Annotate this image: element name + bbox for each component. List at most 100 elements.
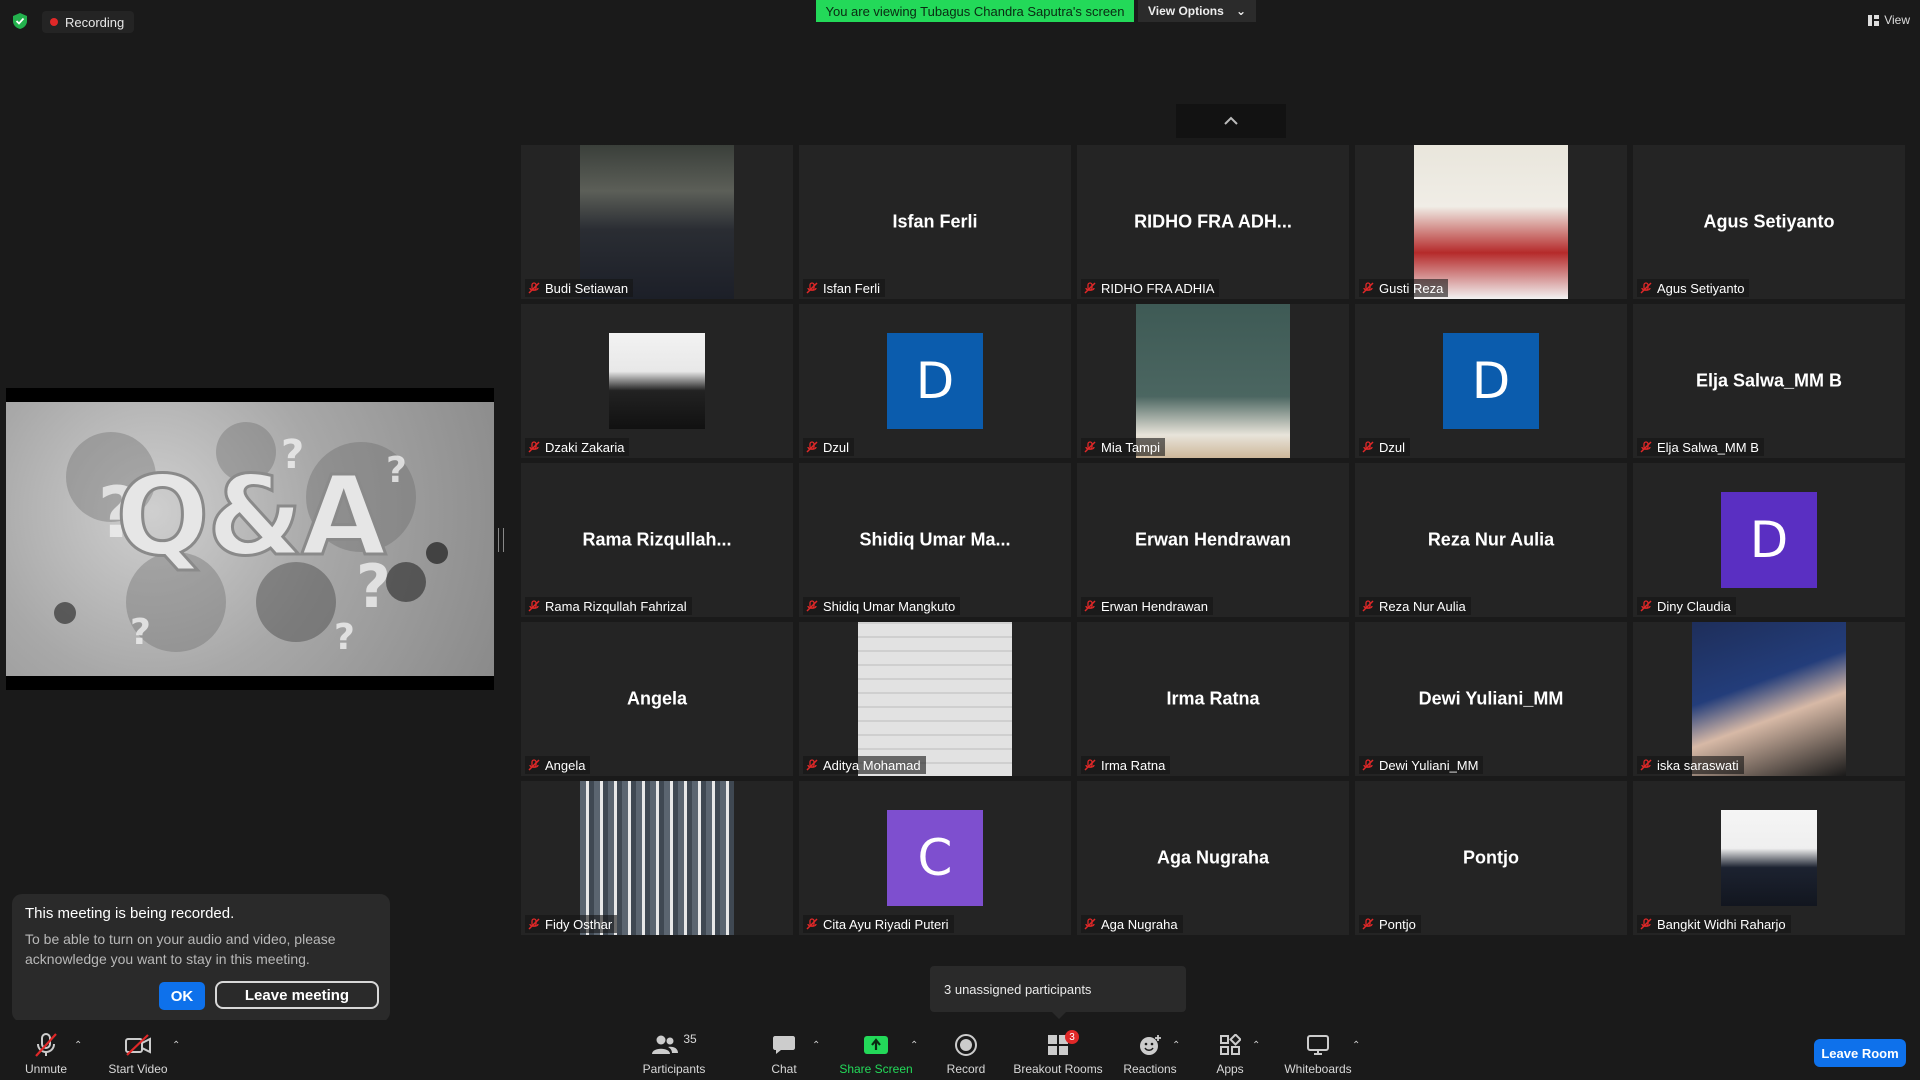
- participant-tile[interactable]: Shidiq Umar Ma... Shidiq Umar Mangkuto: [799, 463, 1071, 617]
- gallery-scroll-up-button[interactable]: [1176, 104, 1286, 138]
- participant-tile[interactable]: D Dzul: [1355, 304, 1627, 458]
- meeting-toolbar: Unmute ⌃ Start Video ⌃ 35 Participants C…: [0, 1020, 1920, 1080]
- chevron-down-icon: ⌄: [1235, 4, 1246, 18]
- participant-name: Agus Setiyanto: [1657, 280, 1745, 296]
- participant-tile[interactable]: Budi Setiawan: [521, 145, 793, 299]
- participant-tile[interactable]: Isfan Ferli Isfan Ferli: [799, 145, 1071, 299]
- resize-handle[interactable]: [498, 528, 504, 552]
- reactions-options-caret-icon[interactable]: ⌃: [1172, 1040, 1182, 1051]
- security-shield-icon[interactable]: [12, 12, 28, 30]
- participant-display-name: Rama Rizqullah...: [582, 529, 732, 550]
- record-label: Record: [946, 1062, 986, 1076]
- mic-muted-icon: [528, 282, 540, 294]
- participant-video: [1414, 145, 1568, 299]
- participant-tile[interactable]: Mia Tampi: [1077, 304, 1349, 458]
- notice-title: This meeting is being recorded.: [25, 905, 235, 922]
- mic-muted-icon: [1362, 600, 1374, 612]
- participant-name-label: Rama Rizqullah Fahrizal: [525, 597, 692, 615]
- apps-options-caret-icon[interactable]: ⌃: [1252, 1040, 1262, 1051]
- ok-button[interactable]: OK: [159, 982, 205, 1010]
- participant-tile[interactable]: RIDHO FRA ADH... RIDHO FRA ADHIA: [1077, 145, 1349, 299]
- participant-name: Irma Ratna: [1101, 757, 1166, 773]
- participant-video: [580, 145, 734, 299]
- start-video-button[interactable]: Start Video: [104, 1020, 172, 1080]
- recording-dot-icon: [50, 18, 58, 26]
- share-screen-button[interactable]: Share Screen: [839, 1020, 913, 1080]
- participant-tile[interactable]: Erwan Hendrawan Erwan Hendrawan: [1077, 463, 1349, 617]
- apps-label: Apps: [1216, 1062, 1244, 1076]
- participant-tile[interactable]: Gusti Reza: [1355, 145, 1627, 299]
- apps-button[interactable]: Apps: [1210, 1020, 1250, 1080]
- audio-options-caret-icon[interactable]: ⌃: [74, 1040, 84, 1051]
- breakout-rooms-label: Breakout Rooms: [1013, 1062, 1103, 1076]
- whiteboards-label: Whiteboards: [1284, 1062, 1352, 1076]
- participant-tile[interactable]: Reza Nur Aulia Reza Nur Aulia: [1355, 463, 1627, 617]
- participant-display-name: Shidiq Umar Ma...: [859, 529, 1011, 550]
- participant-display-name: Elja Salwa_MM B: [1695, 370, 1843, 391]
- participant-name: Dzul: [1379, 439, 1406, 455]
- mic-muted-icon: [1362, 441, 1374, 453]
- chat-button[interactable]: Chat: [764, 1020, 804, 1080]
- participant-name: Isfan Ferli: [823, 280, 881, 296]
- mic-muted-icon: [528, 759, 540, 771]
- participant-name-label: Budi Setiawan: [525, 279, 634, 297]
- participant-tile[interactable]: iska saraswati: [1633, 622, 1905, 776]
- participant-tile[interactable]: Elja Salwa_MM B Elja Salwa_MM B: [1633, 304, 1905, 458]
- mic-muted-icon: [806, 600, 818, 612]
- grid-view-icon: [1868, 14, 1880, 26]
- participant-name: Angela: [545, 757, 586, 773]
- breakout-rooms-button[interactable]: 3 Breakout Rooms: [1013, 1020, 1103, 1080]
- participant-name-label: Aditya Mohamad: [803, 756, 926, 774]
- participant-name: Bangkit Widhi Raharjo: [1657, 916, 1786, 932]
- participant-tile[interactable]: D Dzul: [799, 304, 1071, 458]
- reactions-button[interactable]: Reactions: [1122, 1020, 1178, 1080]
- video-options-caret-icon[interactable]: ⌃: [172, 1040, 182, 1051]
- participant-name-label: Angela: [525, 756, 591, 774]
- recording-indicator[interactable]: Recording: [42, 11, 135, 33]
- mic-muted-icon: [806, 441, 818, 453]
- reactions-smiley-icon: [1140, 1035, 1161, 1055]
- whiteboards-button[interactable]: Whiteboards: [1282, 1020, 1354, 1080]
- participant-tile[interactable]: D Diny Claudia: [1633, 463, 1905, 617]
- participant-tile[interactable]: Dewi Yuliani_MM Dewi Yuliani_MM: [1355, 622, 1627, 776]
- mic-muted-icon: [1640, 441, 1652, 453]
- participant-display-name: Dewi Yuliani_MM: [1418, 688, 1564, 709]
- chat-options-caret-icon[interactable]: ⌃: [812, 1040, 822, 1051]
- share-options-caret-icon[interactable]: ⌃: [910, 1040, 920, 1051]
- participant-tile[interactable]: Pontjo Pontjo: [1355, 781, 1627, 935]
- participant-name: Shidiq Umar Mangkuto: [823, 598, 956, 614]
- participant-tile[interactable]: Aga Nugraha Aga Nugraha: [1077, 781, 1349, 935]
- view-options-dropdown[interactable]: View Options ⌄: [1138, 0, 1256, 22]
- participant-tile[interactable]: Fidy Osthar: [521, 781, 793, 935]
- participant-name-label: Bangkit Widhi Raharjo: [1637, 915, 1791, 933]
- mic-muted-icon: [806, 282, 818, 294]
- participant-tile[interactable]: Bangkit Widhi Raharjo: [1633, 781, 1905, 935]
- shared-screen-view[interactable]: ? ? ? ? ? ? Q&A: [6, 388, 494, 690]
- participant-tile[interactable]: Dzaki Zakaria: [521, 304, 793, 458]
- participant-tile[interactable]: Angela Angela: [521, 622, 793, 776]
- record-button[interactable]: Record: [944, 1020, 988, 1080]
- participant-name-label: Fidy Osthar: [525, 915, 618, 933]
- participant-video: [1136, 304, 1290, 458]
- record-icon: [955, 1034, 977, 1056]
- shared-screen-content: ? ? ? ? ? ? Q&A: [6, 402, 494, 676]
- participants-button[interactable]: 35 Participants: [640, 1020, 708, 1080]
- participant-name: iska saraswati: [1657, 757, 1739, 773]
- participant-tile[interactable]: C Cita Ayu Riyadi Puteri: [799, 781, 1071, 935]
- unmute-button[interactable]: Unmute: [18, 1020, 74, 1080]
- participant-name-label: Gusti Reza: [1359, 279, 1449, 297]
- leave-room-button[interactable]: Leave Room: [1814, 1039, 1906, 1067]
- mic-muted-icon: [1640, 759, 1652, 771]
- participant-name-label: Dewi Yuliani_MM: [1359, 756, 1484, 774]
- participant-profile-photo: [1721, 810, 1817, 906]
- participant-tile[interactable]: Agus Setiyanto Agus Setiyanto: [1633, 145, 1905, 299]
- participant-tile[interactable]: Aditya Mohamad: [799, 622, 1071, 776]
- whiteboards-options-caret-icon[interactable]: ⌃: [1352, 1040, 1362, 1051]
- mic-muted-icon: [1084, 759, 1096, 771]
- participant-avatar: D: [1721, 492, 1817, 588]
- leave-meeting-button[interactable]: Leave meeting: [215, 981, 379, 1009]
- participant-tile[interactable]: Irma Ratna Irma Ratna: [1077, 622, 1349, 776]
- view-button[interactable]: View: [1868, 10, 1910, 30]
- participant-tile[interactable]: Rama Rizqullah... Rama Rizqullah Fahrizal: [521, 463, 793, 617]
- participant-name: Reza Nur Aulia: [1379, 598, 1466, 614]
